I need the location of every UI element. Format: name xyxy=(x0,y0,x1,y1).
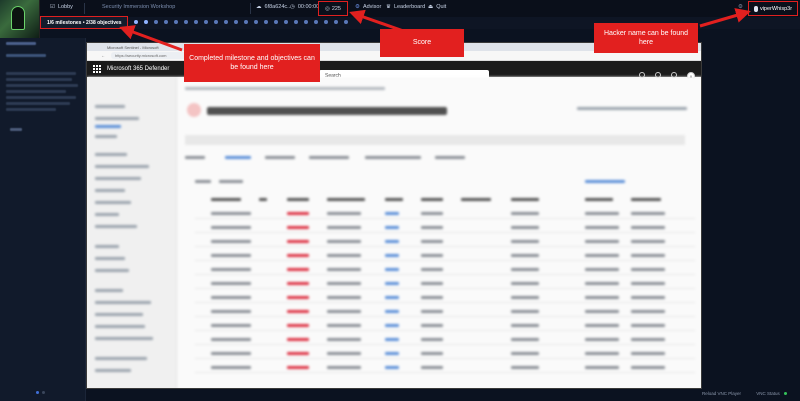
cloud-icon: ☁ xyxy=(256,4,262,10)
advisor-icon: ⚙ xyxy=(355,4,360,10)
objective-dot[interactable] xyxy=(294,20,298,24)
score-callout: Score xyxy=(380,29,464,57)
workshop-logo xyxy=(0,0,40,38)
objective-dot[interactable] xyxy=(334,20,338,24)
vnc-browser-window[interactable]: Microsoft Sentinel - Microsoft ← https:/… xyxy=(86,42,702,389)
trophy-icon: ♛ xyxy=(386,4,391,10)
objective-dot[interactable] xyxy=(214,20,218,24)
back-icon[interactable]: ← xyxy=(101,53,105,58)
lobby-icon: ☑ xyxy=(50,4,55,10)
lobby-link[interactable]: ☑ Lobby xyxy=(50,4,73,10)
milestones-callout: Completed milestone and objectives can b… xyxy=(184,44,320,82)
reload-vnc-button[interactable]: Reload VNC Player xyxy=(702,391,741,396)
incident-main xyxy=(177,77,701,388)
workshop-console: ☑ Lobby Security Immersion Workshop ☁ 6f… xyxy=(0,0,800,401)
objective-dot[interactable] xyxy=(254,20,258,24)
hacker-name-display: viperWhisp3r xyxy=(748,1,798,16)
objective-dot[interactable] xyxy=(184,20,188,24)
objective-dot[interactable] xyxy=(134,20,138,24)
advisor-button[interactable]: ⚙ Advisor xyxy=(355,4,381,10)
objective-dot[interactable] xyxy=(284,20,288,24)
app-launcher-icon[interactable] xyxy=(93,65,101,73)
milestones-progress[interactable]: 1/6 milestones • 2/38 objectives xyxy=(40,16,128,29)
objective-dot[interactable] xyxy=(194,20,198,24)
timer: ◷ 00:00:00 xyxy=(290,4,320,10)
objective-dot[interactable] xyxy=(154,20,158,24)
objective-dot[interactable] xyxy=(324,20,328,24)
exit-icon: ⏏ xyxy=(428,4,434,10)
vnc-status-bar: Reload VNC Player VNC Status xyxy=(702,391,788,396)
settings-button[interactable]: ⚙ xyxy=(738,4,743,10)
objective-dot[interactable] xyxy=(234,20,238,24)
vnc-status-label: VNC Status xyxy=(756,391,780,396)
gear-icon: ⚙ xyxy=(738,4,743,10)
objective-dot[interactable] xyxy=(204,20,208,24)
objective-dot[interactable] xyxy=(244,20,248,24)
score-display: ◎ 225 xyxy=(318,1,348,16)
objective-dots xyxy=(134,20,348,24)
objective-dot[interactable] xyxy=(274,20,278,24)
app-name: Microsoft 365 Defender xyxy=(107,66,170,72)
defender-nav xyxy=(87,77,177,388)
workshop-title: Security Immersion Workshop xyxy=(102,4,176,10)
leaderboard-button[interactable]: ♛ Leaderboard xyxy=(386,4,425,10)
top-bar: ☑ Lobby Security Immersion Workshop ☁ 6f… xyxy=(0,0,800,17)
clock-icon: ◷ xyxy=(290,4,295,10)
objective-dot[interactable] xyxy=(224,20,228,24)
objective-dot[interactable] xyxy=(264,20,268,24)
objective-dot[interactable] xyxy=(344,20,348,24)
objective-dot[interactable] xyxy=(164,20,168,24)
hacker-callout: Hacker name can be found here xyxy=(594,23,698,53)
instructions-panel xyxy=(0,38,86,401)
session-id: ☁ 6f8a624c... xyxy=(256,4,292,10)
vnc-status-indicator xyxy=(784,392,788,395)
objective-dot[interactable] xyxy=(174,20,178,24)
quit-button[interactable]: ⏏ Quit xyxy=(428,4,446,10)
blurred-incident-view xyxy=(87,77,701,388)
objective-dot[interactable] xyxy=(304,20,308,24)
user-icon xyxy=(753,5,758,12)
score-icon: ◎ xyxy=(325,5,330,12)
objective-dot[interactable] xyxy=(314,20,318,24)
objective-dot[interactable] xyxy=(144,20,148,24)
